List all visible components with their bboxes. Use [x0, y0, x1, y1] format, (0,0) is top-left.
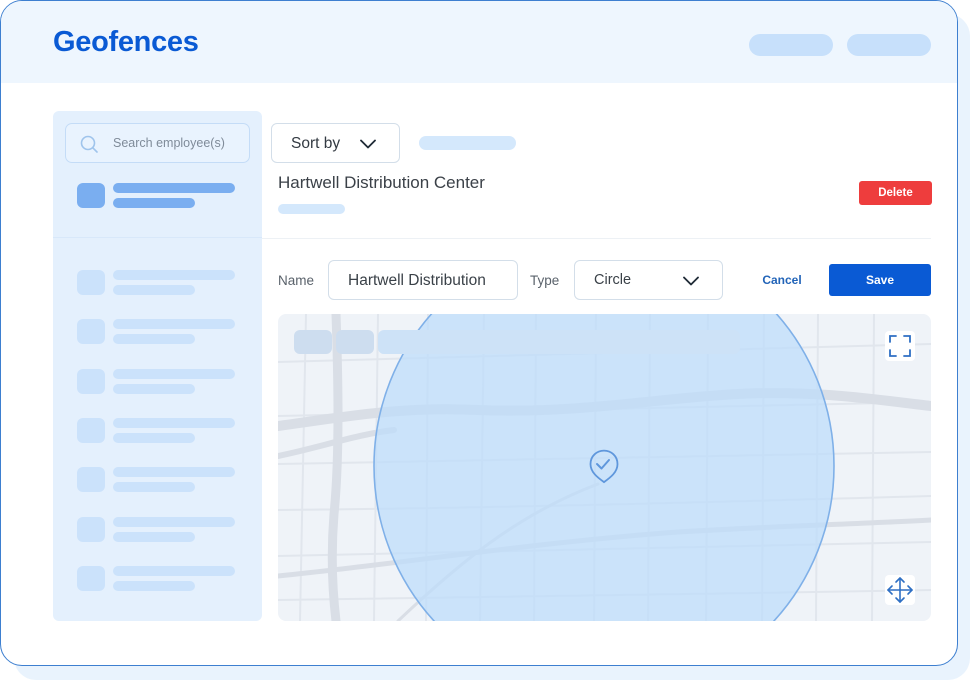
list-item-line	[113, 467, 235, 477]
list-item-line	[113, 334, 195, 344]
list-item-line	[113, 270, 235, 280]
geofence-subtitle-placeholder	[278, 204, 345, 214]
move-button[interactable]	[885, 575, 915, 605]
list-item-line	[113, 369, 235, 379]
header: Geofences	[1, 1, 957, 83]
avatar	[77, 467, 105, 492]
geofence-title: Hartwell Distribution Center	[278, 173, 485, 192]
move-icon	[887, 577, 913, 603]
avatar	[77, 369, 105, 394]
list-item-line	[113, 433, 195, 443]
list-item-line	[113, 183, 235, 193]
header-placeholder-1	[749, 34, 833, 56]
fullscreen-button[interactable]	[885, 331, 915, 361]
list-item-selected[interactable]	[53, 173, 262, 238]
avatar	[77, 418, 105, 443]
list-item-line	[113, 285, 195, 295]
sort-label: Sort by	[291, 135, 341, 152]
section-divider	[262, 238, 931, 239]
list-item-line	[113, 319, 235, 329]
save-button[interactable]: Save	[829, 264, 931, 296]
type-value: Circle	[594, 272, 632, 288]
type-label: Type	[530, 273, 560, 288]
avatar	[77, 566, 105, 591]
sort-dropdown[interactable]: Sort by	[271, 123, 400, 163]
delete-button[interactable]: Delete	[859, 181, 932, 205]
name-field[interactable]: Hartwell Distribution	[328, 260, 518, 300]
list-item-line	[113, 517, 235, 527]
search-input[interactable]: Search employee(s)	[65, 123, 250, 163]
list-item-line	[113, 566, 235, 576]
list-item-line	[113, 482, 195, 492]
chevron-down-icon	[683, 276, 699, 286]
list-item-line	[113, 418, 235, 428]
toolbar-placeholder	[419, 136, 516, 150]
avatar	[77, 270, 105, 295]
type-select[interactable]: Circle	[574, 260, 723, 300]
avatar	[77, 319, 105, 344]
list-item-line	[113, 581, 195, 591]
avatar	[77, 183, 105, 208]
name-label: Name	[278, 273, 315, 288]
cancel-button[interactable]: Cancel	[753, 269, 811, 291]
list-item-line	[113, 198, 195, 208]
fullscreen-icon	[889, 335, 911, 357]
list-item-line	[113, 384, 195, 394]
employee-sidebar: Search employee(s)	[53, 111, 262, 621]
name-value: Hartwell Distribution	[348, 272, 486, 289]
avatar	[77, 517, 105, 542]
sidebar-divider	[53, 237, 262, 238]
map-view[interactable]	[278, 314, 931, 621]
page-title: Geofences	[53, 26, 199, 58]
list-item-line	[113, 532, 195, 542]
shield-check-pin-icon	[589, 449, 619, 484]
chevron-down-icon	[360, 139, 376, 149]
header-placeholder-2	[847, 34, 931, 56]
search-icon	[80, 135, 98, 153]
app-window: Geofences Search employee(s) Sort by Har…	[0, 0, 958, 666]
search-placeholder: Search employee(s)	[113, 136, 225, 150]
